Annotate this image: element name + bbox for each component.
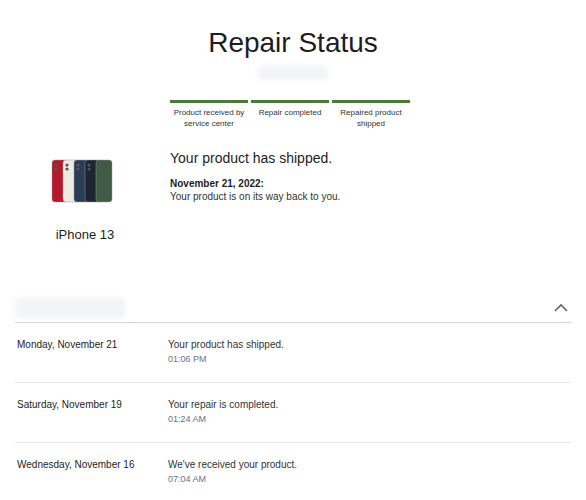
phone-image xyxy=(50,159,120,203)
history-detail: We've received your product. 07:04 AM xyxy=(168,458,297,500)
product-name: iPhone 13 xyxy=(56,227,115,243)
status-date: November 21, 2022: xyxy=(170,177,340,190)
progress-step: Repaired product shipped xyxy=(332,100,410,129)
progress-step: Product received by service center xyxy=(170,100,248,129)
history-row: Saturday, November 19Your repair is comp… xyxy=(15,383,571,443)
history-message: Your repair is completed. xyxy=(168,398,278,411)
history-date: Wednesday, November 16 xyxy=(15,458,168,500)
status-message: Your product is on its way back to you. xyxy=(170,190,340,204)
history-detail: Your repair is completed. 01:24 AM xyxy=(168,398,278,442)
progress-bar: Product received by service centerRepair… xyxy=(170,100,586,129)
progress-step: Repair completed xyxy=(251,100,329,129)
history-time: 01:24 AM xyxy=(168,413,278,425)
redacted-id xyxy=(258,66,328,80)
history-message: We've received your product. xyxy=(168,458,297,471)
history-row: Monday, November 21Your product has ship… xyxy=(15,323,571,383)
page-title: Repair Status xyxy=(0,0,586,60)
chevron-up-icon[interactable] xyxy=(553,303,569,313)
repair-status-page: Repair Status Product received by service… xyxy=(0,0,586,500)
history-time: 01:06 PM xyxy=(168,353,284,365)
history-detail: Your product has shipped. 01:06 PM xyxy=(168,338,284,382)
history-message: Your product has shipped. xyxy=(168,338,284,351)
status-summary: Your product has shipped. November 21, 20… xyxy=(170,149,340,243)
product-card: iPhone 13 xyxy=(0,149,170,243)
history-section: Monday, November 21Your product has ship… xyxy=(15,293,571,500)
history-date: Saturday, November 19 xyxy=(15,398,168,442)
history-row: Wednesday, November 16We've received you… xyxy=(15,443,571,500)
redacted-heading xyxy=(15,298,125,318)
product-section: iPhone 13 Your product has shipped. Novemb… xyxy=(0,149,586,243)
history-date: Monday, November 21 xyxy=(15,338,168,382)
history-header[interactable] xyxy=(15,293,571,323)
status-heading: Your product has shipped. xyxy=(170,149,340,167)
history-time: 07:04 AM xyxy=(168,473,297,485)
